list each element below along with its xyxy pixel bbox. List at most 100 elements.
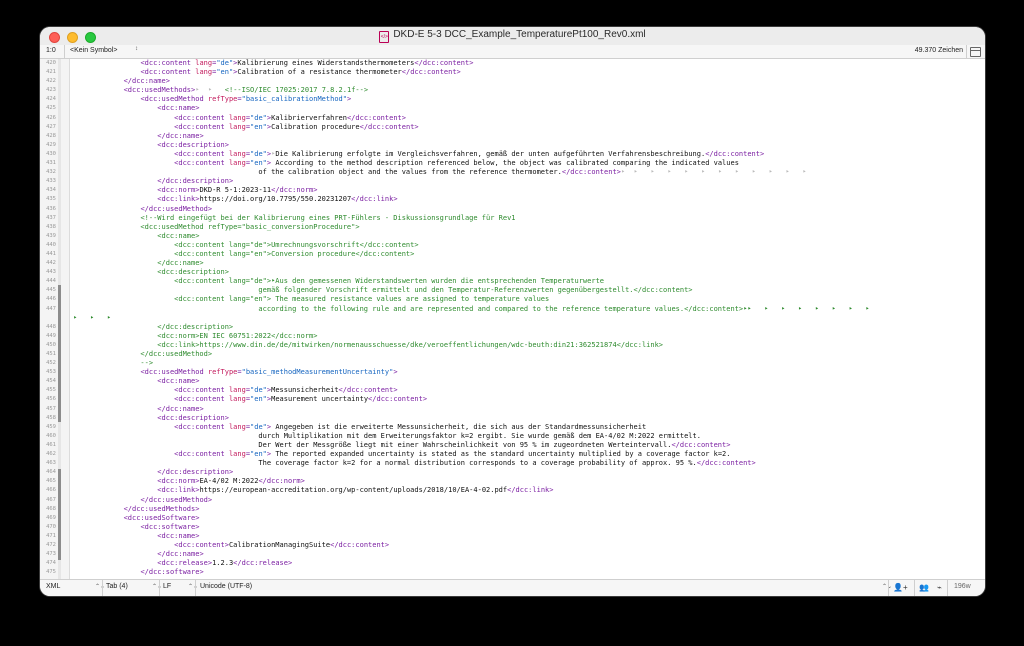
code-line[interactable]: 425 <dcc:name> [40,104,985,113]
code-line[interactable]: 435 <dcc:link>https://doi.org/10.7795/55… [40,195,985,204]
encoding-popup[interactable]: Unicode (UTF-8) [200,583,252,590]
code-line[interactable]: 459 <dcc:content lang="de"> Angegeben is… [40,423,985,432]
syntax-popup[interactable]: XML [46,583,60,590]
line-number: 436 [46,205,56,212]
line-number: 434 [46,187,56,194]
code-line[interactable]: 454 <dcc:name> [40,377,985,386]
activity-icon[interactable]: ⌁ [937,583,942,592]
code-line[interactable]: 428 </dcc:name> [40,132,985,141]
code-line[interactable]: 432 of the calibration object and the va… [40,168,985,177]
line-number: 429 [46,141,56,148]
code-line[interactable]: 469 <dcc:usedSoftware> [40,514,985,523]
code-line[interactable]: 468 </dcc:usedMethods> [40,505,985,514]
code-line[interactable]: 436 </dcc:usedMethod> [40,205,985,214]
line-text: </dcc:name> [123,77,170,86]
line-text: <dcc:content lang="de">‣Die Kalibrierung… [174,149,765,158]
code-line[interactable]: 461 Der Wert der Messgröße liegt mit ein… [40,441,985,450]
tab-width-popup[interactable]: Tab (4) [106,583,128,590]
code-line[interactable]: 453 <dcc:usedMethod refType="basic_metho… [40,368,985,377]
line-text: <dcc:link>https://www.din.de/de/mitwirke… [73,340,664,349]
code-line[interactable]: 422 </dcc:name> [40,77,985,86]
code-line[interactable]: 470 <dcc:software> [40,523,985,532]
users-icon[interactable]: 👥 [919,583,929,592]
line-number: 454 [46,378,56,385]
line-text: ‣ ‣ ‣ [73,313,111,322]
code-line[interactable]: 439 <dcc:name> [40,232,985,241]
code-line[interactable]: 438 <dcc:usedMethod refType="basic_conve… [40,223,985,232]
add-user-icon[interactable]: 👤+ [893,583,908,592]
code-line[interactable]: 433 </dcc:description> [40,177,985,186]
code-line[interactable]: 467 </dcc:usedMethod> [40,496,985,505]
code-line[interactable]: 457 </dcc:name> [40,405,985,414]
code-line[interactable]: 441 <dcc:content lang="en">Conversion pr… [40,250,985,259]
code-line[interactable]: 442 </dcc:name> [40,259,985,268]
code-line[interactable]: 452 --> [40,359,985,368]
code-line[interactable]: 431 <dcc:content lang="en"> According to… [40,159,985,168]
line-number: 437 [46,214,56,221]
code-line[interactable]: 460 durch Multiplikation mit dem Erweite… [40,432,985,441]
line-number: 439 [46,232,56,239]
symbol-popup[interactable]: <Kein Symbol> [70,47,117,54]
status-divider [914,580,915,596]
code-line[interactable]: 440 <dcc:content lang="de">Umrechnungsvo… [40,241,985,250]
line-number: 453 [46,369,56,376]
line-number: 428 [46,132,56,139]
code-line[interactable]: 462 <dcc:content lang="en"> The reported… [40,450,985,459]
code-line[interactable]: 427 <dcc:content lang="en">Calibration p… [40,123,985,132]
code-line[interactable]: 434 <dcc:norm>DKD-R 5-1:2023-11</dcc:nor… [40,186,985,195]
line-text: <dcc:software> [140,522,200,531]
line-number: 458 [46,414,56,421]
code-line[interactable]: 443 <dcc:description> [40,268,985,277]
code-line[interactable]: 463 The coverage factor k=2 for a normal… [40,459,985,468]
code-line[interactable]: 456 <dcc:content lang="en">Measurement u… [40,395,985,404]
code-line[interactable]: 473 </dcc:name> [40,550,985,559]
code-line[interactable]: 464 </dcc:description> [40,468,985,477]
code-line[interactable]: 466 <dcc:link>https://european-accredita… [40,486,985,495]
code-line[interactable]: 458 <dcc:description> [40,414,985,423]
code-line[interactable]: 451 </dcc:usedMethod> [40,350,985,359]
code-line[interactable]: 437 <!--Wird eingefügt bei der Kalibrier… [40,214,985,223]
code-line[interactable]: 430 <dcc:content lang="de">‣Die Kalibrie… [40,150,985,159]
code-line[interactable]: 474 <dcc:release>1.2.3</dcc:release> [40,559,985,568]
line-text: <dcc:content lang="de">Umrechnungsvorsch… [73,240,419,249]
code-line[interactable]: 423 <dcc:usedMethods>‣ ‣ <!--ISO/IEC 170… [40,86,985,95]
line-text: <!--Wird eingefügt bei der Kalibrierung … [140,213,516,222]
line-number: 442 [46,260,56,267]
code-line[interactable]: 429 <dcc:description> [40,141,985,150]
code-line[interactable]: 447 according to the following rule and … [40,305,985,314]
code-line[interactable]: 449 <dcc:norm>EN IEC 60751:2022</dcc:nor… [40,332,985,341]
code-line[interactable]: 421 <dcc:content lang="en">Calibration o… [40,68,985,77]
line-endings-popup[interactable]: LF [163,583,171,590]
code-line[interactable]: 455 <dcc:content lang="de">Messunsicherh… [40,386,985,395]
line-number: 460 [46,432,56,439]
code-line[interactable]: 446 <dcc:content lang="en"> The measured… [40,295,985,304]
word-count: 196w [954,583,971,590]
line-number: 433 [46,178,56,185]
code-line[interactable]: 420 <dcc:content lang="de">Kalibrierung … [40,59,985,68]
cursor-position[interactable]: 1:0 [46,47,56,54]
code-line[interactable]: 448 </dcc:description> [40,323,985,332]
line-number: 466 [46,487,56,494]
line-number: 461 [46,441,56,448]
line-number: 455 [46,387,56,394]
inspector-toggle-icon[interactable] [970,47,981,57]
code-line[interactable]: 475 </dcc:software> [40,568,985,577]
line-text: <dcc:usedMethod refType="basic_conversio… [73,222,360,231]
code-line[interactable]: 424 <dcc:usedMethod refType="basic_calib… [40,95,985,104]
status-divider [195,580,196,596]
line-number: 470 [46,523,56,530]
code-line[interactable]: 444 <dcc:content lang="de">‣Aus den geme… [40,277,985,286]
code-line[interactable]: ‣ ‣ ‣ [40,314,985,323]
line-text: </dcc:name> [157,550,204,559]
code-editor[interactable]: 420 <dcc:content lang="de">Kalibrierung … [40,59,985,579]
status-divider [159,580,160,596]
code-line[interactable]: 426 <dcc:content lang="de">Kalibrierverf… [40,114,985,123]
line-number: 462 [46,451,56,458]
code-line[interactable]: 465 <dcc:norm>EA-4/02 M:2022</dcc:norm> [40,477,985,486]
code-line[interactable]: 471 <dcc:name> [40,532,985,541]
line-number: 473 [46,551,56,558]
line-number: 471 [46,532,56,539]
code-line[interactable]: 472 <dcc:content>CalibrationManagingSuit… [40,541,985,550]
code-line[interactable]: 445 gemäß folgender Vorschrift ermittelt… [40,286,985,295]
code-line[interactable]: 450 <dcc:link>https://www.din.de/de/mitw… [40,341,985,350]
